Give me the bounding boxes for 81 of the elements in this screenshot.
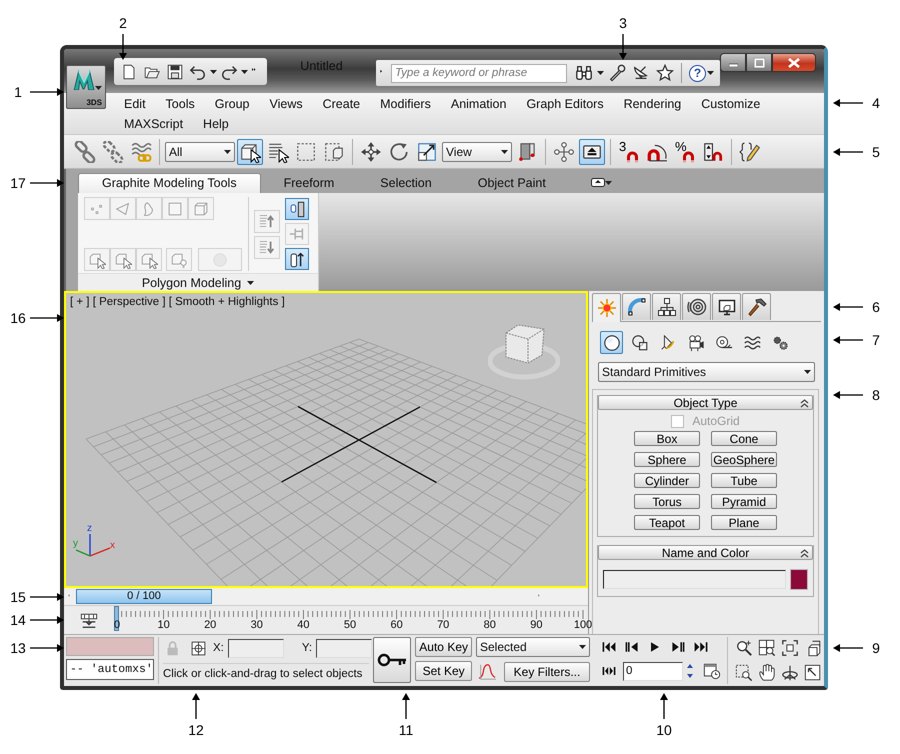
menu-item[interactable]: Graph Editors <box>516 96 614 113</box>
frame-number: 10 <box>157 619 170 631</box>
reference-coordinate-dropdown[interactable]: View <box>442 142 512 162</box>
checkbox-label: AutoGrid <box>692 414 740 428</box>
frame-number: 30 <box>250 619 263 631</box>
window-title: Untitled <box>299 59 344 73</box>
callout-number: 4 <box>871 94 881 112</box>
object-type-button[interactable]: Teapot <box>634 515 700 530</box>
frame-number: 70 <box>437 619 450 631</box>
callout-number: 7 <box>871 331 881 349</box>
callout-number: 15 <box>9 588 27 606</box>
menu-item[interactable]: Edit <box>114 96 156 113</box>
object-type-button[interactable]: Sphere <box>634 452 700 467</box>
callout-number: 3 <box>618 14 628 32</box>
search-field[interactable]: Type a keyword or phrase <box>391 64 567 82</box>
script-listener-output[interactable]: -- 'automxs' <box>66 659 154 680</box>
object-type-button[interactable]: Cylinder <box>634 473 700 488</box>
set-key-button[interactable]: Set Key <box>415 661 472 681</box>
callout-number: 5 <box>871 143 881 161</box>
object-type-button[interactable]: GeoSphere <box>711 452 777 467</box>
ribbon-tab[interactable]: Freeform <box>260 174 358 193</box>
callout-number: 11 <box>398 721 414 739</box>
frame-number: 80 <box>484 619 496 631</box>
callout-number: 12 <box>187 721 205 739</box>
auto-key-button[interactable]: Auto Key <box>415 637 472 657</box>
axis-label: y <box>73 539 78 550</box>
frame-number: 50 <box>344 619 356 631</box>
callout-number: 17 <box>9 174 27 192</box>
object-type-button[interactable]: Plane <box>711 515 777 530</box>
viewport[interactable]: [ + ] [ Perspective ] [ Smooth + Highlights ] z y x <box>64 291 588 588</box>
frame-number: 60 <box>390 619 403 631</box>
frame-number: 40 <box>297 619 310 631</box>
menu-item[interactable]: Views <box>259 96 313 113</box>
menu-item[interactable]: Modifiers <box>370 96 441 113</box>
frame-number: 100 <box>574 619 592 631</box>
percent-snap-button[interactable]: % <box>672 138 698 164</box>
panel-title: Polygon Modeling <box>142 276 242 290</box>
ribbon-tab[interactable]: Graphite Modeling Tools <box>78 173 261 193</box>
callout-number: 6 <box>871 298 881 316</box>
key-filters-button[interactable]: Key Filters... <box>504 662 590 682</box>
application-button[interactable]: 3DS <box>66 65 106 109</box>
menu-item[interactable]: Create <box>312 96 370 113</box>
coordinate-label: Y: <box>302 642 312 654</box>
frame-field[interactable]: 0 <box>623 662 683 680</box>
menu-item[interactable]: Help <box>193 116 239 133</box>
time-slider-thumb[interactable]: 0 / 100 <box>76 589 212 604</box>
object-type-button[interactable]: Torus <box>634 494 700 509</box>
prompt-text: Click or click-and-drag to select objects <box>163 663 369 684</box>
object-type-button[interactable]: Box <box>634 431 700 446</box>
ribbon-tab[interactable]: Object Paint <box>454 174 569 193</box>
frame-number: 90 <box>530 619 543 631</box>
frame-number: 0 <box>114 619 120 631</box>
frame-number: 20 <box>204 619 216 631</box>
callout-number: 16 <box>9 309 27 327</box>
menu-item[interactable]: Customize <box>691 96 770 113</box>
snap-button[interactable]: 3 <box>616 138 642 164</box>
callout-number: 8 <box>871 386 881 404</box>
coordinate-label: X: <box>213 642 224 654</box>
callout-number: 10 <box>655 721 673 739</box>
callout-number: 2 <box>118 14 128 32</box>
menu-item[interactable]: Rendering <box>614 96 692 113</box>
category-dropdown[interactable]: Standard Primitives <box>598 362 815 382</box>
callout-number: 1 <box>13 83 23 101</box>
axis-label: z <box>87 524 92 534</box>
ribbon-tab[interactable]: Selection <box>357 174 455 193</box>
callout-number: 14 <box>9 611 27 629</box>
callout-number: 9 <box>871 639 881 657</box>
callout-number: 13 <box>9 639 27 657</box>
viewport-label[interactable]: [ + ] [ Perspective ] [ Smooth + Highlights ] <box>70 296 285 308</box>
object-type-button[interactable]: Tube <box>711 473 777 488</box>
menu-item[interactable]: MAXScript <box>114 116 194 133</box>
object-type-button[interactable]: Pyramid <box>711 494 777 509</box>
menu-item[interactable]: Animation <box>440 96 516 113</box>
menu-item[interactable]: Tools <box>156 96 205 113</box>
rollout-header[interactable]: Name and Color <box>598 545 813 560</box>
rollout-header[interactable]: Object Type <box>598 395 813 410</box>
axis-label: x <box>110 541 115 552</box>
selection-filter-dropdown[interactable]: All <box>165 142 235 162</box>
object-type-button[interactable]: Cone <box>711 431 777 446</box>
key-mode-dropdown[interactable]: Selected <box>476 637 590 657</box>
menu-item[interactable]: Group <box>204 96 260 113</box>
